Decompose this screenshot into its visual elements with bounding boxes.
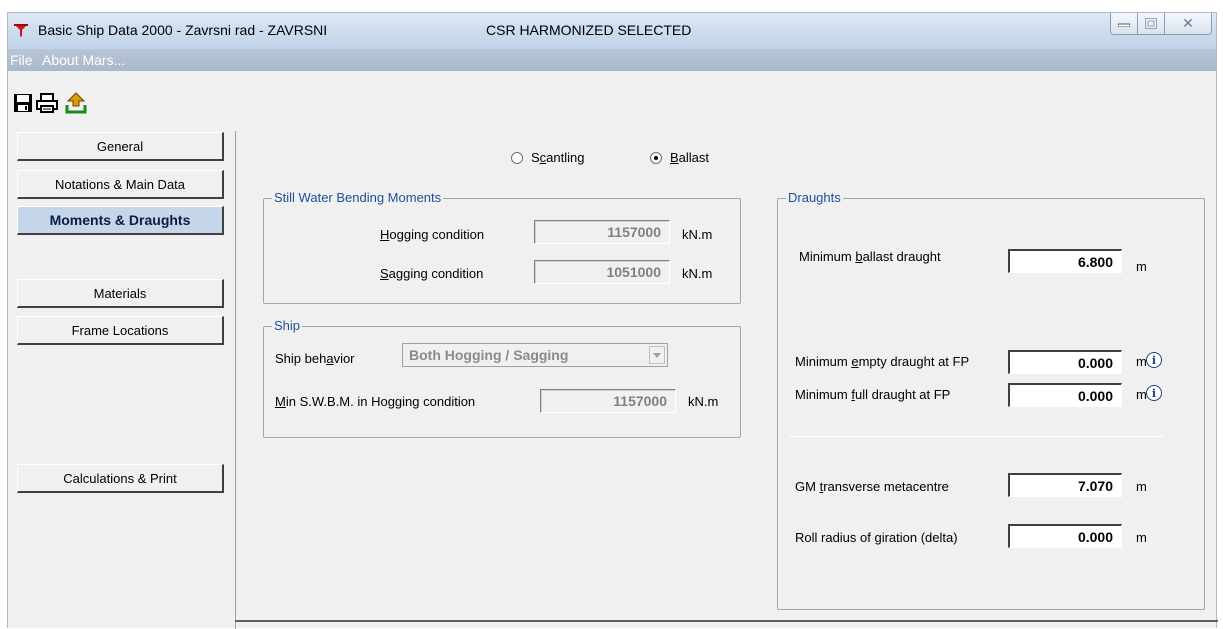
minimize-button[interactable] (1110, 13, 1138, 35)
draughts-separator (789, 436, 1165, 437)
title-bar: Basic Ship Data 2000 - Zavrsni rad - ZAV… (8, 13, 1216, 49)
menu-about[interactable]: About Mars... (42, 52, 125, 68)
save-button[interactable] (11, 91, 35, 115)
print-button[interactable] (35, 91, 59, 115)
close-icon: ✕ (1182, 15, 1194, 31)
radio-scantling-circle[interactable] (511, 151, 523, 164)
min-swbm-field: 1157000 (540, 389, 676, 413)
nav-materials[interactable]: Materials (17, 279, 224, 308)
menu-file[interactable]: File (10, 52, 33, 68)
toolbar (8, 71, 1216, 131)
csr-status: CSR HARMONIZED SELECTED (486, 22, 692, 38)
min-ballast-field[interactable]: 6.800 (1008, 249, 1122, 273)
maximize-button[interactable] (1138, 13, 1165, 35)
export-icon (65, 92, 87, 114)
hogging-unit: kN.m (682, 227, 713, 242)
window-controls: ✕ (1110, 13, 1212, 35)
min-empty-label: Minimum empty draught at FP (795, 354, 970, 369)
nav-moments[interactable]: Moments & Draughts (17, 206, 224, 235)
nav-frames[interactable]: Frame Locations (17, 316, 224, 345)
main-window: Basic Ship Data 2000 - Zavrsni rad - ZAV… (7, 12, 1218, 629)
sagging-unit: kN.m (682, 266, 713, 281)
ship-behavior-value: Both Hogging / Sagging (409, 347, 569, 363)
info-icon[interactable]: i (1146, 352, 1162, 368)
nav-general[interactable]: General (17, 132, 224, 161)
chevron-down-icon[interactable] (649, 346, 665, 364)
app-icon[interactable] (12, 21, 30, 39)
min-swbm-label: Min S.W.B.M. in Hogging condition (275, 394, 476, 409)
min-ballast-label: Minimum ballast draught (799, 249, 941, 264)
roll-label: Roll radius of giration (delta) (795, 530, 958, 545)
radio-scantling-label: Scantling (531, 150, 585, 165)
sagging-label: Sagging condition (380, 266, 484, 281)
radio-ballast-circle[interactable] (650, 151, 662, 164)
export-button[interactable] (64, 91, 88, 115)
panel-divider (235, 131, 236, 629)
bottom-border (235, 620, 1218, 622)
radio-scantling[interactable]: Scantling (511, 150, 584, 165)
hogging-label: Hogging condition (380, 227, 485, 242)
min-full-field[interactable]: 0.000 (1008, 383, 1122, 407)
min-ballast-unit: m (1136, 259, 1147, 274)
nav-notations[interactable]: Notations & Main Data (17, 170, 224, 199)
draughts-legend: Draughts (786, 190, 843, 205)
min-empty-field[interactable]: 0.000 (1008, 350, 1122, 374)
hogging-field: 1157000 (534, 220, 670, 244)
min-swbm-unit: kN.m (688, 394, 719, 409)
swbm-group: Still Water Bending Moments (263, 190, 741, 304)
close-button[interactable]: ✕ (1165, 13, 1212, 35)
ship-legend: Ship (272, 318, 303, 333)
ship-behavior-label: Ship behavior (275, 351, 355, 366)
radio-ballast[interactable]: Ballast (650, 150, 709, 165)
print-icon (36, 93, 58, 113)
ship-behavior-select[interactable]: Both Hogging / Sagging (402, 343, 668, 367)
sagging-field: 1051000 (534, 260, 670, 284)
roll-unit: m (1136, 530, 1147, 545)
gm-field[interactable]: 7.070 (1008, 473, 1122, 497)
gm-unit: m (1136, 479, 1147, 494)
save-icon (14, 94, 32, 112)
swbm-legend: Still Water Bending Moments (272, 190, 444, 205)
min-full-label: Minimum full draught at FP (795, 387, 951, 402)
radio-ballast-label: Ballast (670, 150, 710, 165)
gm-label: GM transverse metacentre (795, 479, 949, 494)
info-icon[interactable]: i (1146, 385, 1162, 401)
roll-field[interactable]: 0.000 (1008, 524, 1122, 548)
nav-calculations[interactable]: Calculations & Print (17, 464, 224, 493)
window-title: Basic Ship Data 2000 - Zavrsni rad - ZAV… (38, 22, 328, 38)
menu-bar: File About Mars... (8, 49, 1216, 71)
